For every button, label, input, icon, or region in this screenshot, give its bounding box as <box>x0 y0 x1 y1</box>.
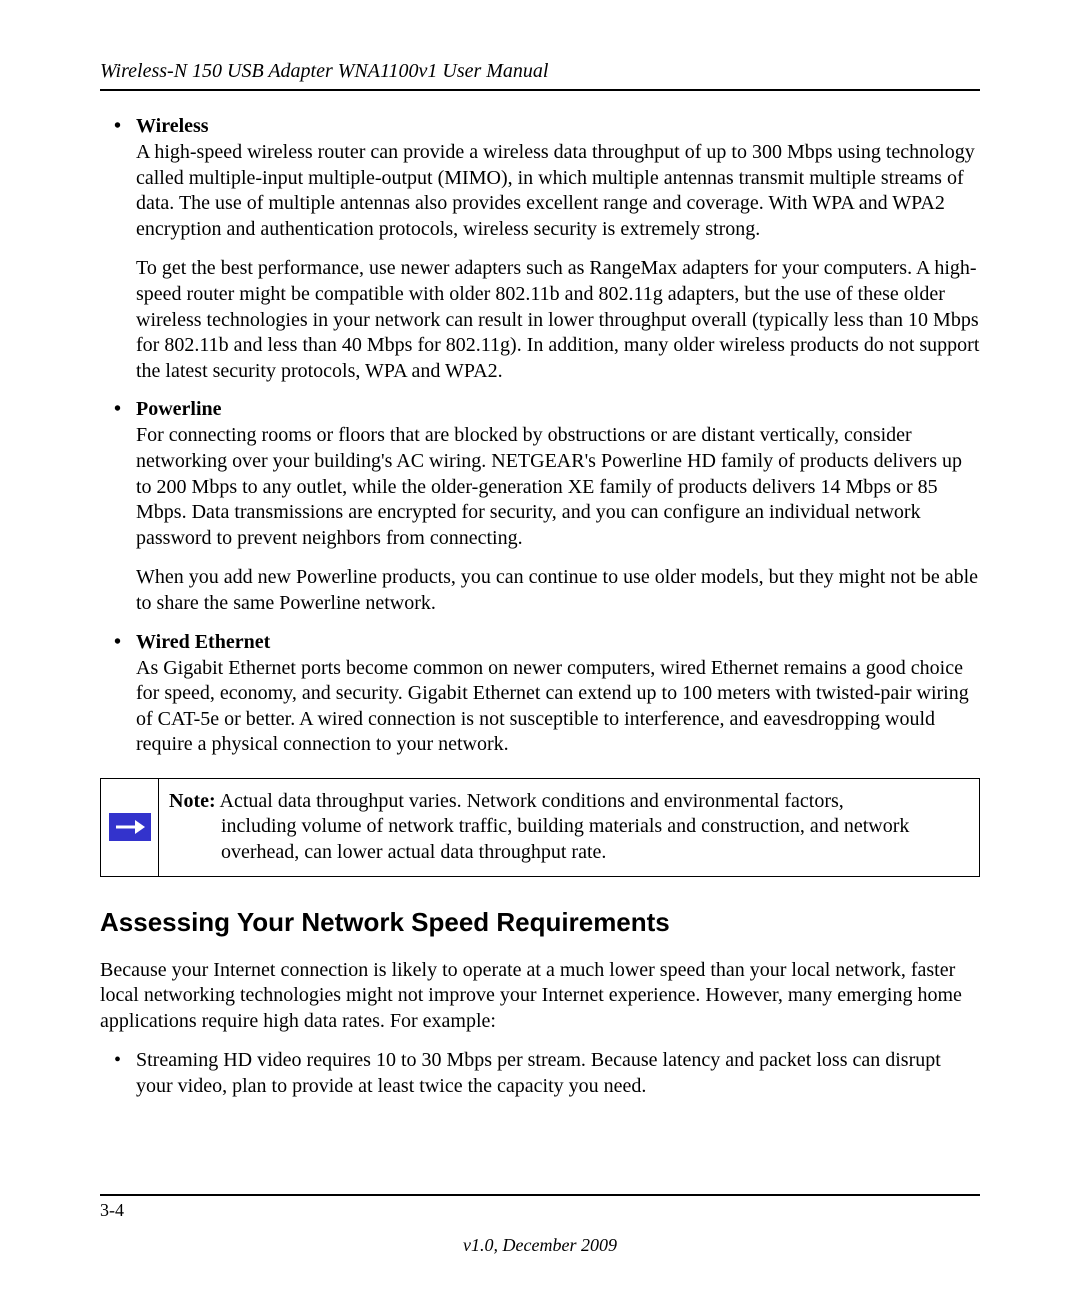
page-header: Wireless-N 150 USB Adapter WNA1100v1 Use… <box>100 60 980 91</box>
body-text: As Gigabit Ethernet ports become common … <box>136 656 980 758</box>
note-line2: including volume of network traffic, bui… <box>169 814 967 865</box>
list-item: Streaming HD video requires 10 to 30 Mbp… <box>114 1048 980 1099</box>
note-box: Note: Actual data throughput varies. Net… <box>100 778 980 877</box>
header-divider <box>100 89 980 91</box>
bullet-heading-wired: Wired Ethernet <box>136 631 980 654</box>
page-footer: 3-4 v1.0, December 2009 <box>100 1194 980 1256</box>
note-label: Note: <box>169 790 216 812</box>
document-title: Wireless-N 150 USB Adapter WNA1100v1 Use… <box>100 60 980 83</box>
body-text: A high-speed wireless router can provide… <box>136 140 980 242</box>
body-text: For connecting rooms or floors that are … <box>136 423 980 551</box>
bullet-heading-powerline: Powerline <box>136 398 980 421</box>
note-line1: Actual data throughput varies. Network c… <box>216 790 844 812</box>
footer-version: v1.0, December 2009 <box>100 1235 980 1256</box>
note-text: Note: Actual data throughput varies. Net… <box>159 779 979 876</box>
section-heading: Assessing Your Network Speed Requirement… <box>100 907 980 938</box>
body-text: To get the best performance, use newer a… <box>136 256 980 384</box>
bullet-powerline: Powerline For connecting rooms or floors… <box>114 398 980 616</box>
note-icon-cell <box>101 779 159 876</box>
feature-bullet-list: Wireless A high-speed wireless router ca… <box>114 115 980 758</box>
section-intro: Because your Internet connection is like… <box>100 958 980 1035</box>
footer-divider <box>100 1194 980 1196</box>
example-bullets: Streaming HD video requires 10 to 30 Mbp… <box>114 1048 980 1099</box>
page-number: 3-4 <box>100 1200 980 1221</box>
bullet-wired-ethernet: Wired Ethernet As Gigabit Ethernet ports… <box>114 631 980 758</box>
body-text: When you add new Powerline products, you… <box>136 565 980 616</box>
bullet-wireless: Wireless A high-speed wireless router ca… <box>114 115 980 384</box>
arrow-right-icon <box>109 813 151 841</box>
bullet-heading-wireless: Wireless <box>136 115 980 138</box>
